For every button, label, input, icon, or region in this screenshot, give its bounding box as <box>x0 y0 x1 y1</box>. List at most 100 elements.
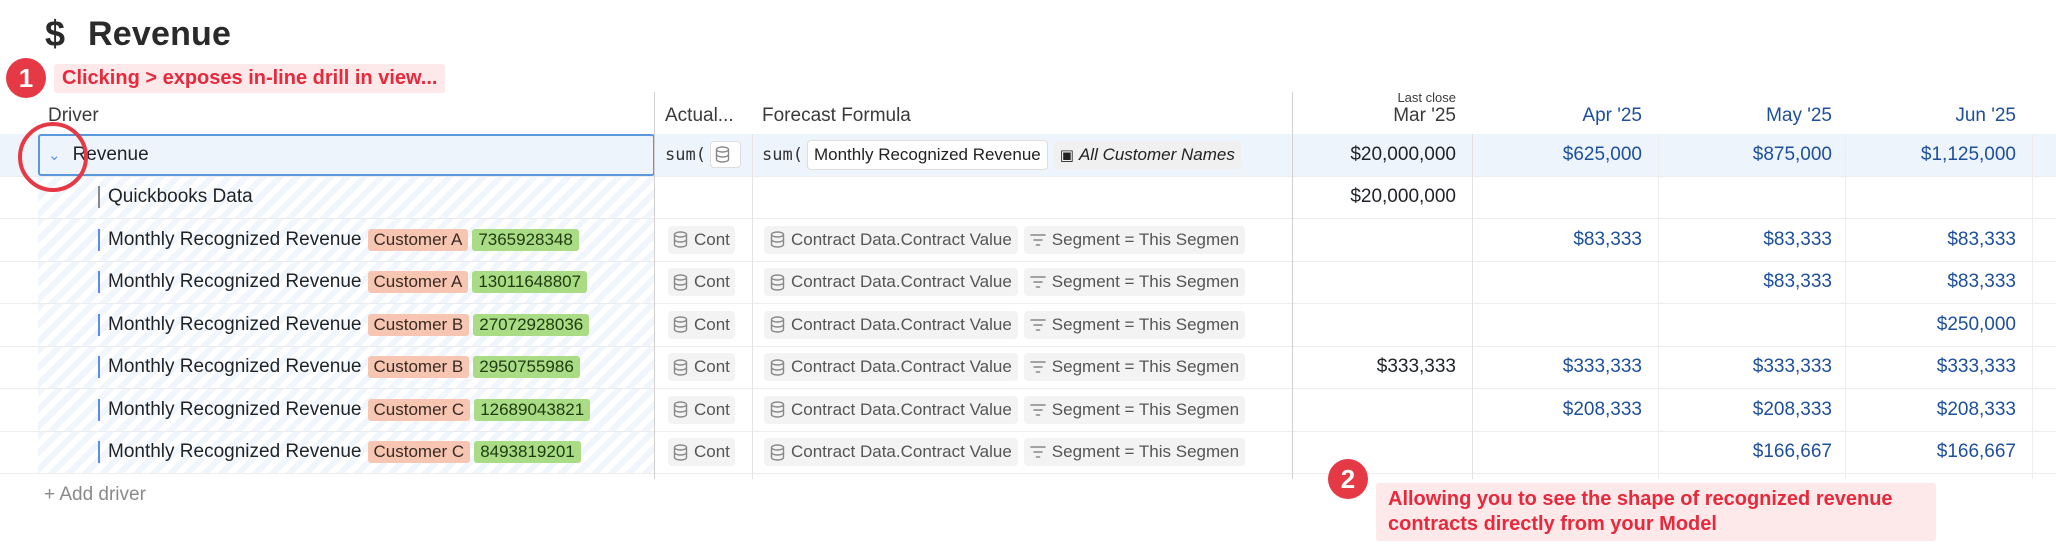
driver-label[interactable]: Quickbooks Data <box>108 186 253 208</box>
filter-icon <box>1029 318 1046 331</box>
forecast-formula-cell[interactable]: Contract Data.Contract Value Segment = T… <box>764 347 1280 389</box>
filter-pill[interactable]: Segment = This Segmen <box>1023 438 1246 467</box>
value-cell[interactable] <box>1292 389 1466 431</box>
driver-label[interactable]: Monthly Recognized Revenue <box>108 229 362 251</box>
value-cell[interactable]: $333,333 <box>1480 347 1652 389</box>
value-cell[interactable] <box>1852 177 2026 219</box>
value-cell[interactable]: $333,333 <box>1666 347 1842 389</box>
value-cell[interactable]: $20,000,000 <box>1292 134 1466 176</box>
forecast-formula-cell[interactable]: Contract Data.Contract Value Segment = T… <box>764 432 1280 474</box>
contract-id-tag[interactable]: 27072928036 <box>473 313 590 336</box>
filter-pill[interactable]: Segment = This Segmen <box>1023 268 1246 297</box>
value-cell[interactable]: $208,333 <box>1852 389 2026 431</box>
driver-label[interactable]: Monthly Recognized Revenue <box>108 314 362 336</box>
filter-pill[interactable]: Segment = This Segmen <box>1023 395 1246 424</box>
driver-row-monthly-recognized-revenue[interactable]: Monthly Recognized Revenue Customer B 29… <box>0 346 2056 389</box>
driver-label[interactable]: Monthly Recognized Revenue <box>108 441 362 463</box>
driver-row-monthly-recognized-revenue[interactable]: Monthly Recognized Revenue Customer C 12… <box>0 389 2056 432</box>
formula-ref-pill[interactable]: Monthly Recognized Revenue <box>806 139 1048 170</box>
value-cell[interactable]: $208,333 <box>1480 389 1652 431</box>
customer-tag[interactable]: Customer B <box>367 356 470 379</box>
value-cell[interactable] <box>1292 304 1466 346</box>
actual-formula-cell[interactable]: Cont <box>668 432 748 474</box>
contract-id-tag[interactable]: 12689043821 <box>474 398 591 421</box>
column-divider[interactable] <box>654 92 655 479</box>
contract-id-tag[interactable]: 7365928348 <box>472 228 579 251</box>
forecast-formula-cell[interactable]: Contract Data.Contract Value Segment = T… <box>764 219 1280 261</box>
page-title: $ Revenue <box>40 8 231 60</box>
driver-label[interactable]: Monthly Recognized Revenue <box>108 356 362 378</box>
value-cell[interactable] <box>1292 219 1466 261</box>
formula-ref-pill[interactable]: Contract Data.Contract Value <box>764 225 1018 254</box>
driver-row-revenue[interactable]: ⌄ Revenue sum( sum( Monthly Recognized R… <box>0 134 2056 177</box>
contract-id-tag[interactable]: 2950755986 <box>473 356 580 379</box>
database-icon <box>673 231 688 248</box>
filter-pill[interactable]: Segment = This Segmen <box>1023 225 1246 254</box>
value-cell[interactable]: $875,000 <box>1666 134 1842 176</box>
formula-ref-pill[interactable]: Contract Data.Contract Value <box>764 353 1018 382</box>
driver-label[interactable]: Monthly Recognized Revenue <box>108 399 362 421</box>
forecast-formula-cell[interactable]: Contract Data.Contract Value Segment = T… <box>764 389 1280 431</box>
value-cell[interactable] <box>1292 262 1466 304</box>
forecast-formula-cell[interactable]: Contract Data.Contract Value Segment = T… <box>764 262 1280 304</box>
customer-tag[interactable]: Customer C <box>367 398 471 421</box>
customer-tag[interactable]: Customer A <box>367 271 469 294</box>
driver-row-monthly-recognized-revenue[interactable]: Monthly Recognized Revenue Customer A 13… <box>0 261 2056 304</box>
value-cell[interactable]: $250,000 <box>1852 304 2026 346</box>
dimension-pill[interactable]: ▣ All Customer Names <box>1053 140 1241 169</box>
col-header-may[interactable]: May '25 <box>1666 105 1832 127</box>
cube-icon: ▣ <box>1059 146 1074 164</box>
value-cell[interactable] <box>1480 177 1652 219</box>
column-divider[interactable] <box>1292 92 1293 479</box>
forecast-formula-cell[interactable]: sum( Monthly Recognized Revenue ▣ All Cu… <box>762 134 1282 176</box>
col-header-mar[interactable]: Last close Mar '25 <box>1292 90 1456 134</box>
indent-marker <box>98 356 100 379</box>
actual-formula-cell[interactable]: sum( <box>665 134 761 176</box>
value-cell[interactable] <box>1480 262 1652 304</box>
value-cell[interactable] <box>1666 177 1842 219</box>
actual-formula-cell[interactable]: Cont <box>668 389 748 431</box>
value-cell[interactable]: $83,333 <box>1480 219 1652 261</box>
value-cell[interactable]: $83,333 <box>1666 219 1842 261</box>
value-cell[interactable]: $333,333 <box>1852 347 2026 389</box>
database-icon <box>673 274 688 291</box>
contract-id-tag[interactable]: 8493819201 <box>474 441 581 464</box>
formula-ref-pill[interactable]: Contract Data.Contract Value <box>764 310 1018 339</box>
customer-tag[interactable]: Customer B <box>367 313 470 336</box>
driver-label[interactable]: Monthly Recognized Revenue <box>108 271 362 293</box>
value-cell[interactable]: $83,333 <box>1852 262 2026 304</box>
formula-ref-pill[interactable]: Contract Data.Contract Value <box>764 395 1018 424</box>
actual-formula-cell[interactable]: Cont <box>668 219 748 261</box>
value-cell[interactable]: $1,125,000 <box>1852 134 2026 176</box>
value-cell[interactable]: $208,333 <box>1666 389 1842 431</box>
database-icon <box>770 231 785 248</box>
value-cell[interactable]: $333,333 <box>1292 347 1466 389</box>
add-driver-button[interactable]: + Add driver <box>44 484 146 506</box>
driver-row-monthly-recognized-revenue[interactable]: Monthly Recognized Revenue Customer A 73… <box>0 219 2056 262</box>
value-cell[interactable]: $83,333 <box>1852 219 2026 261</box>
actual-formula-cell[interactable]: Cont <box>668 304 748 346</box>
driver-row-monthly-recognized-revenue[interactable]: Monthly Recognized Revenue Customer B 27… <box>0 304 2056 347</box>
value-cell[interactable] <box>1666 304 1842 346</box>
formula-ref-pill[interactable]: Contract Data.Contract Value <box>764 438 1018 467</box>
customer-tag[interactable]: Customer A <box>367 228 469 251</box>
contract-id-tag[interactable]: 13011648807 <box>472 271 588 294</box>
value-cell[interactable] <box>1480 304 1652 346</box>
value-cell[interactable]: $83,333 <box>1666 262 1842 304</box>
filter-pill[interactable]: Segment = This Segmen <box>1023 353 1246 382</box>
filter-pill[interactable]: Segment = This Segmen <box>1023 310 1246 339</box>
value-cell[interactable]: $625,000 <box>1480 134 1652 176</box>
col-header-actual[interactable]: Actual... <box>665 105 734 127</box>
value-cell[interactable]: $20,000,000 <box>1292 177 1466 219</box>
column-divider[interactable] <box>752 134 753 479</box>
actual-formula-cell[interactable]: Cont <box>668 347 748 389</box>
actual-formula-cell[interactable]: Cont <box>668 262 748 304</box>
formula-ref-pill[interactable]: Contract Data.Contract Value <box>764 268 1018 297</box>
database-icon <box>715 146 730 163</box>
col-header-jun[interactable]: Jun '25 <box>1852 105 2016 127</box>
customer-tag[interactable]: Customer C <box>367 441 471 464</box>
col-header-forecast[interactable]: Forecast Formula <box>762 105 911 127</box>
col-header-apr[interactable]: Apr '25 <box>1480 105 1642 127</box>
driver-row-quickbooks[interactable]: Quickbooks Data $20,000,000 <box>0 176 2056 219</box>
forecast-formula-cell[interactable]: Contract Data.Contract Value Segment = T… <box>764 304 1280 346</box>
